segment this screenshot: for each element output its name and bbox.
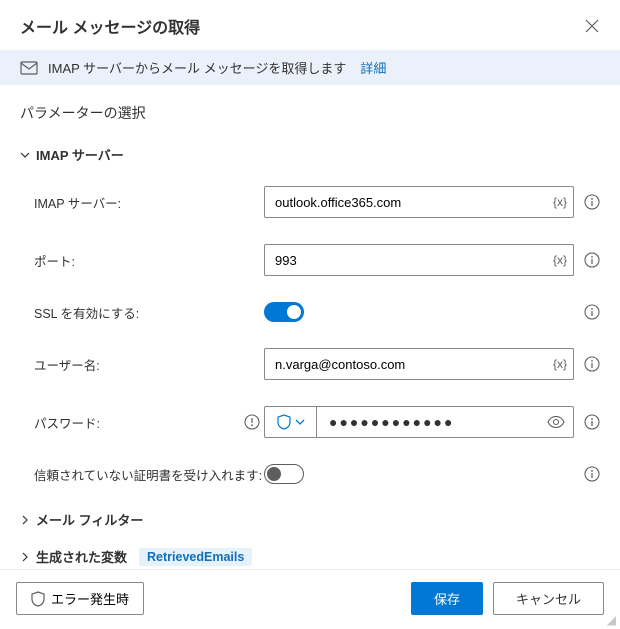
info-icon[interactable]: [584, 304, 600, 320]
dialog-header: メール メッセージの取得: [0, 0, 620, 50]
input-password[interactable]: ●●●●●●●●●●●●: [316, 406, 574, 438]
dialog-footer: エラー発生時 保存 キャンセル: [0, 569, 620, 629]
details-link[interactable]: 詳細: [360, 58, 386, 77]
group-imap-server[interactable]: IMAP サーバー: [20, 145, 600, 164]
label-password: パスワード:: [34, 413, 100, 432]
resize-grip-icon[interactable]: ◢: [607, 613, 616, 627]
toggle-ssl[interactable]: [264, 302, 304, 322]
cancel-button[interactable]: キャンセル: [493, 582, 604, 615]
label-password-wrap: パスワード:: [34, 413, 264, 432]
group-output-vars[interactable]: 生成された変数 RetrievedEmails: [20, 547, 600, 566]
info-icon[interactable]: [584, 466, 600, 482]
info-icon[interactable]: [584, 356, 600, 372]
input-imap-server-wrap[interactable]: {x}: [264, 186, 574, 218]
toggle-knob: [287, 305, 301, 319]
label-imap-server: IMAP サーバー:: [34, 193, 264, 212]
close-icon: [585, 19, 599, 33]
warning-icon[interactable]: [244, 414, 260, 430]
on-error-label: エラー発生時: [51, 589, 129, 608]
input-port[interactable]: [275, 245, 533, 275]
shield-outline-icon: [31, 591, 45, 607]
field-ssl: SSL を有効にする:: [20, 302, 600, 322]
label-port: ポート:: [34, 251, 264, 270]
banner-text: IMAP サーバーからメール メッセージを取得します: [48, 58, 346, 77]
label-username: ユーザー名:: [34, 355, 264, 374]
toggle-cert[interactable]: [264, 464, 304, 484]
eye-icon[interactable]: [547, 416, 565, 428]
label-ssl: SSL を有効にする:: [34, 303, 264, 322]
chevron-right-icon: [20, 515, 30, 525]
field-cert: 信頼されていない証明書を受け入れます:: [20, 464, 600, 484]
info-banner: IMAP サーバーからメール メッセージを取得します 詳細: [0, 50, 620, 85]
group-mail-filter-label: メール フィルター: [36, 510, 143, 529]
save-button[interactable]: 保存: [411, 582, 483, 615]
var-token-icon[interactable]: {x}: [553, 357, 567, 371]
field-imap-server: IMAP サーバー: {x}: [20, 186, 600, 218]
input-username[interactable]: [275, 349, 533, 379]
chevron-down-icon: [20, 150, 30, 160]
chevron-down-icon: [295, 417, 305, 427]
info-icon[interactable]: [584, 194, 600, 210]
field-username: ユーザー名: {x}: [20, 348, 600, 380]
on-error-button[interactable]: エラー発生時: [16, 582, 144, 615]
info-icon[interactable]: [584, 414, 600, 430]
field-password: パスワード: ●●●●●●●●●●●●: [20, 406, 600, 438]
content-area: パラメーターの選択 IMAP サーバー IMAP サーバー: {x} ポート: …: [0, 85, 620, 566]
label-cert: 信頼されていない証明書を受け入れます:: [34, 465, 264, 484]
group-mail-filter[interactable]: メール フィルター: [20, 510, 600, 529]
mail-icon: [20, 59, 38, 77]
password-mode-dropdown[interactable]: [264, 406, 316, 438]
field-port: ポート: {x}: [20, 244, 600, 276]
group-imap-label: IMAP サーバー: [36, 145, 124, 164]
var-token-icon[interactable]: {x}: [553, 253, 567, 267]
shield-icon: [277, 414, 291, 430]
output-var-chip[interactable]: RetrievedEmails: [139, 548, 252, 566]
var-token-icon[interactable]: {x}: [553, 195, 567, 209]
chevron-right-icon: [20, 552, 30, 562]
close-button[interactable]: [584, 18, 600, 34]
password-masked-text: ●●●●●●●●●●●●: [329, 414, 454, 430]
section-title: パラメーターの選択: [20, 103, 600, 123]
input-username-wrap[interactable]: {x}: [264, 348, 574, 380]
input-port-wrap[interactable]: {x}: [264, 244, 574, 276]
group-output-label: 生成された変数: [36, 547, 127, 566]
info-icon[interactable]: [584, 252, 600, 268]
input-imap-server[interactable]: [275, 187, 533, 217]
password-control: ●●●●●●●●●●●●: [264, 406, 574, 438]
toggle-knob: [267, 467, 281, 481]
dialog-title: メール メッセージの取得: [20, 14, 200, 38]
